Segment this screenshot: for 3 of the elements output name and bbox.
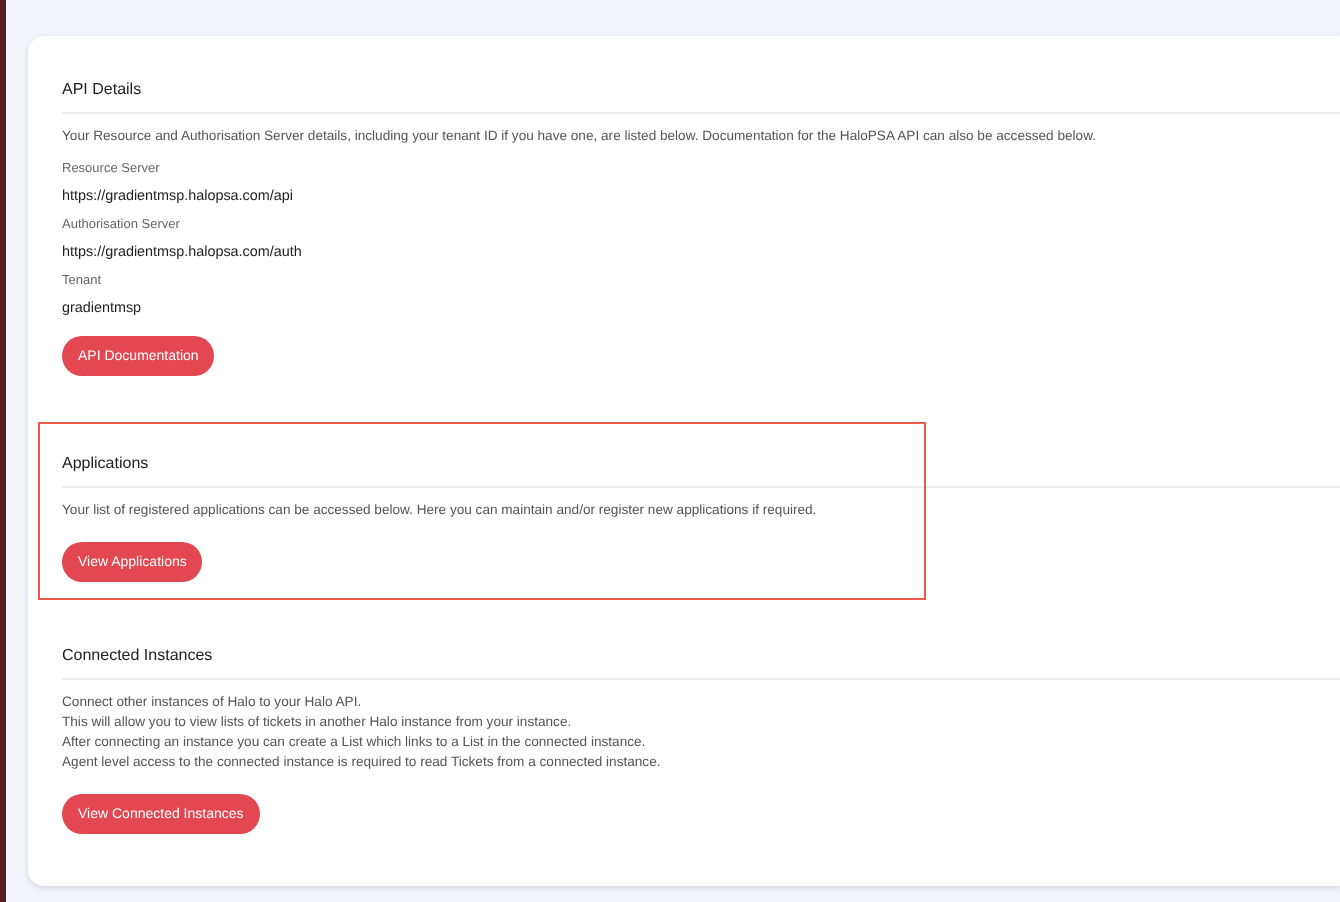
section-title: Connected Instances — [62, 646, 213, 664]
section-title: API Details — [62, 80, 142, 98]
section-title: Applications — [62, 454, 149, 472]
